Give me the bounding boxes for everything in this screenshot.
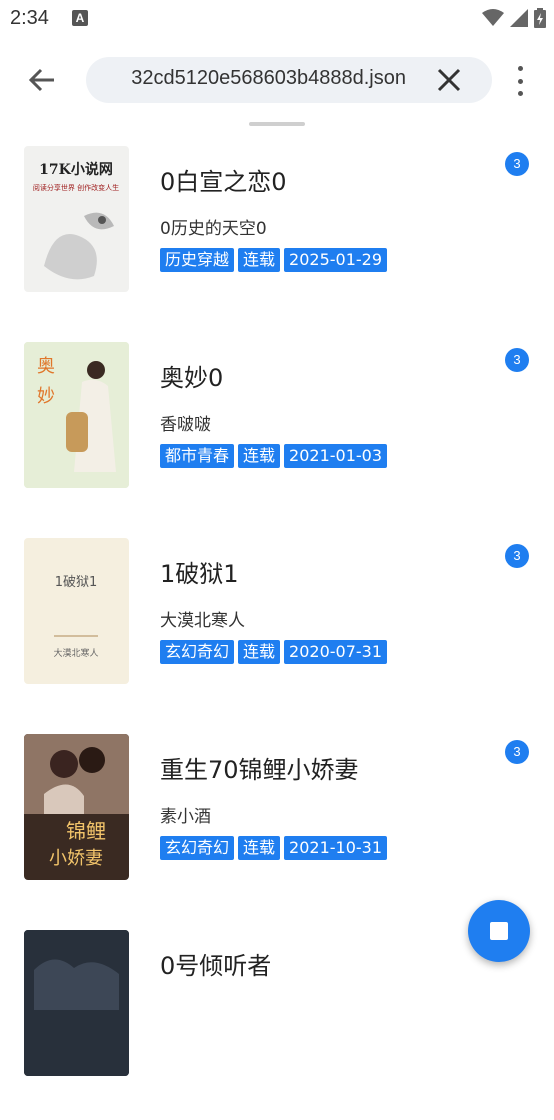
book-author: 0历史的天空0	[160, 219, 267, 239]
book-author: 素小酒	[160, 807, 211, 827]
unread-badge: 3	[505, 348, 529, 372]
book-tags: 都市青春 连载 2021-01-03	[160, 444, 388, 468]
cover-line2: 妙	[37, 386, 55, 407]
cover-line1: 锦鲤	[66, 819, 106, 843]
battery-icon	[534, 8, 546, 28]
list-item[interactable]: 奥 妙 奥妙0 香啵啵 都市青春 连载 2021-01-03 3	[0, 336, 554, 532]
status-icons	[482, 8, 546, 28]
book-cover: 锦鲤 小娇妻	[24, 734, 129, 880]
status-tag: 连载	[238, 248, 281, 272]
status-tag: 连载	[238, 836, 281, 860]
url-text[interactable]: 32cd5120e568603b4888d.json	[131, 67, 406, 90]
back-button[interactable]	[20, 62, 64, 98]
book-cover: 奥 妙	[24, 342, 129, 488]
category-tag: 玄幻奇幻	[160, 836, 235, 860]
more-vert-icon-dot	[517, 78, 523, 84]
top-toolbar: 32cd5120e568603b4888d.json	[0, 38, 554, 124]
more-vert-icon-dot	[517, 91, 523, 96]
list-item[interactable]: 17K小说网 阅读分享世界 创作改变人生 0白宣之恋0 0历史的天空0 历史穿越…	[0, 140, 554, 336]
signal-icon	[510, 9, 528, 27]
category-tag: 玄幻奇幻	[160, 640, 235, 664]
date-tag: 2020-07-31	[284, 640, 388, 664]
unread-badge: 3	[505, 740, 529, 764]
close-icon	[437, 68, 461, 92]
book-author: 香啵啵	[160, 415, 211, 435]
stop-fab-button[interactable]	[468, 900, 530, 962]
date-tag: 2021-10-31	[284, 836, 388, 860]
book-cover: 1破狱1 大漠北寒人	[24, 538, 129, 684]
cover-line2: 大漠北寒人	[53, 647, 98, 659]
book-cover	[24, 930, 129, 1076]
cover-line1: 1破狱1	[55, 575, 98, 590]
book-title: 1破狱1	[160, 560, 239, 588]
cover-line2: 阅读分享世界 创作改变人生	[33, 183, 119, 192]
list-item[interactable]: 锦鲤 小娇妻 重生70锦鲤小娇妻 素小酒 玄幻奇幻 连载 2021-10-31 …	[0, 728, 554, 924]
notification-icon: A	[72, 10, 88, 26]
unread-badge: 3	[505, 544, 529, 568]
status-tag: 连载	[238, 640, 281, 664]
status-tag: 连载	[238, 444, 281, 468]
list-item[interactable]: 1破狱1 大漠北寒人 1破狱1 大漠北寒人 玄幻奇幻 连载 2020-07-31…	[0, 532, 554, 728]
clear-button[interactable]	[436, 67, 462, 93]
book-cover: 17K小说网 阅读分享世界 创作改变人生	[24, 146, 129, 292]
status-bar: 2:34 A	[0, 0, 554, 38]
more-vert-icon	[517, 66, 523, 71]
book-title: 0号倾听者	[160, 952, 272, 980]
cover-line1: 奥	[37, 356, 55, 377]
book-author: 大漠北寒人	[160, 611, 245, 631]
wifi-icon	[482, 9, 504, 26]
book-tags: 玄幻奇幻 连载 2020-07-31	[160, 640, 388, 664]
cover-line2: 小娇妻	[49, 848, 103, 869]
category-tag: 历史穿越	[160, 248, 235, 272]
book-tags: 历史穿越 连载 2025-01-29	[160, 248, 388, 272]
date-tag: 2021-01-03	[284, 444, 388, 468]
date-tag: 2025-01-29	[284, 248, 388, 272]
stop-icon	[490, 922, 508, 940]
sheet-drag-handle[interactable]	[249, 122, 305, 126]
unread-badge: 3	[505, 152, 529, 176]
book-tags: 玄幻奇幻 连载 2021-10-31	[160, 836, 388, 860]
category-tag: 都市青春	[160, 444, 235, 468]
book-title: 0白宣之恋0	[160, 168, 287, 196]
cover-line1: 17K小说网	[39, 161, 113, 178]
list-item[interactable]: 0号倾听者	[0, 924, 554, 1120]
book-title: 奥妙0	[160, 364, 224, 392]
url-field[interactable]: 32cd5120e568603b4888d.json	[86, 57, 492, 103]
arrow-back-icon	[28, 68, 54, 92]
status-time: 2:34	[10, 7, 49, 29]
book-title: 重生70锦鲤小娇妻	[160, 756, 359, 784]
more-menu-button[interactable]	[508, 66, 532, 96]
